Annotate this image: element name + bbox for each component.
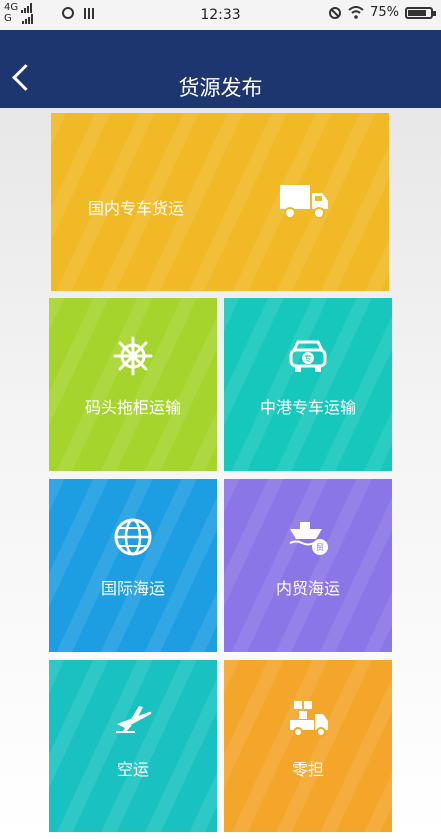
- svg-text:专: 专: [304, 353, 312, 363]
- navigation-bar: 货源发布: [0, 30, 441, 108]
- tile-background: [224, 479, 392, 652]
- delivery-truck-icon: [290, 701, 328, 737]
- tile-background: [49, 298, 217, 471]
- tile-label: 零担: [291, 760, 324, 779]
- tile-less-than-truckload[interactable]: 零担: [224, 660, 392, 832]
- tile-background: [49, 479, 217, 652]
- do-not-disturb-icon: [329, 6, 342, 19]
- tile-label: 内贸海运: [275, 579, 340, 598]
- battery-icon: [405, 6, 436, 19]
- ship-wheel-icon: [113, 336, 153, 376]
- svg-text:贸: 贸: [316, 542, 324, 552]
- tile-label: 中港专车运输: [259, 398, 356, 417]
- tile-domestic-truck-freight[interactable]: 国内专车货运: [51, 113, 389, 291]
- tile-china-hk-dedicated-transport[interactable]: 专 中港专车运输: [224, 298, 392, 471]
- tile-wharf-container-transport[interactable]: 码头拖柜运输: [49, 298, 217, 471]
- tile-label: 国际海运: [100, 579, 165, 598]
- tile-background: [224, 298, 392, 471]
- globe-icon: [114, 518, 152, 556]
- tile-label: 国内专车货运: [87, 199, 184, 218]
- tile-international-shipping[interactable]: 国际海运: [49, 479, 217, 652]
- truck-icon: [280, 185, 328, 219]
- tile-background: [224, 660, 392, 832]
- wifi-icon: [348, 6, 364, 19]
- battery-percent: 75%: [370, 5, 399, 20]
- page-title: 货源发布: [178, 76, 263, 100]
- tile-label: 码头拖柜运输: [84, 398, 181, 417]
- status-bar: 4G G 12:33 75%: [0, 0, 441, 30]
- tile-air-freight[interactable]: 空运: [49, 660, 217, 832]
- car-icon: 专: [289, 340, 327, 372]
- tile-label: 空运: [116, 760, 149, 779]
- tile-domestic-trade-shipping[interactable]: 贸 内贸海运: [224, 479, 392, 652]
- cargo-ship-icon: 贸: [289, 522, 328, 555]
- tile-background: [49, 660, 217, 832]
- airplane-icon: [116, 706, 152, 733]
